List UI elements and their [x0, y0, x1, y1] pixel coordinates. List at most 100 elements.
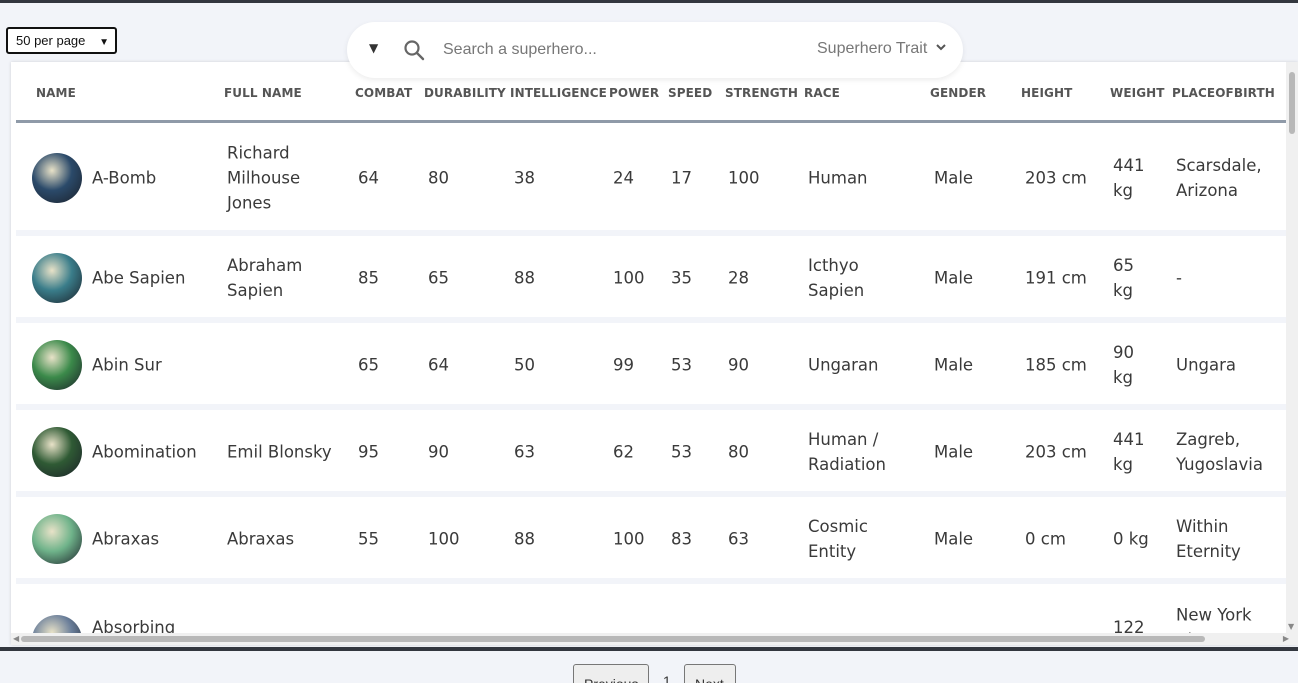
cell-name[interactable]: Abe Sapien: [92, 265, 212, 290]
cell-intelligence: 88: [514, 529, 535, 548]
cell-intelligence: 88: [514, 268, 535, 287]
column-header-race[interactable]: RACE: [804, 86, 840, 100]
cell-durability: 65: [428, 268, 449, 287]
search-bar: ▼ Superhero Trait: [347, 22, 963, 78]
cell-speed: 17: [671, 168, 692, 188]
superhero-trait-select[interactable]: Superhero Trait: [817, 40, 927, 58]
search-input[interactable]: [443, 39, 803, 61]
cell-name[interactable]: Abraxas: [92, 526, 212, 551]
bottom-border: [0, 647, 1298, 651]
cell-weight: 0 kg: [1113, 529, 1149, 548]
avatar: [32, 252, 82, 303]
cell-weight: 441 kg: [1113, 156, 1145, 200]
select-caret-icon: ▼: [99, 37, 109, 48]
column-header-power[interactable]: POWER: [609, 86, 659, 100]
cell-name[interactable]: A-Bomb: [92, 166, 212, 191]
search-icon: [404, 40, 425, 61]
cell-full-name: Abraxas: [227, 529, 295, 548]
cell-strength: 100: [728, 168, 760, 188]
cell-race: Cosmic Entity: [808, 516, 868, 561]
column-header-placeofbirth[interactable]: PLACEOFBIRTH: [1172, 86, 1275, 100]
cell-full-name: Emil Blonsky: [227, 442, 332, 461]
cell-race: Ungaran: [808, 355, 879, 374]
column-header-intelligence[interactable]: INTELLIGENCE: [510, 86, 607, 100]
horizontal-scroll-thumb[interactable]: [21, 636, 1205, 642]
cell-name[interactable]: Abin Sur: [92, 352, 212, 377]
cell-combat: 85: [358, 268, 379, 287]
cell-place-of-birth: Zagreb, Yugoslavia: [1176, 429, 1263, 474]
cell-combat: 55: [358, 529, 379, 548]
table-row[interactable]: Abraxas Abraxas 55 100 88 100 83 63 Cosmic Entit…: [16, 497, 1288, 584]
cell-speed: 83: [671, 529, 692, 548]
superhero-table: NAME FULL NAME COMBAT DURABILITY INTELLIGENC…: [11, 62, 1298, 645]
cell-power: 99: [613, 355, 634, 374]
cell-place-of-birth: Scarsdale, Arizona: [1176, 156, 1262, 200]
cell-durability: 64: [428, 355, 449, 374]
cell-power: 100: [613, 268, 645, 287]
cell-durability: 80: [428, 168, 449, 188]
column-header-full-name[interactable]: FULL NAME: [224, 86, 302, 100]
cell-strength: 80: [728, 442, 749, 461]
cell-race: Human: [808, 168, 868, 188]
scroll-right-arrow-icon[interactable]: ▶: [1283, 634, 1289, 643]
per-page-select[interactable]: 50 per page ▼: [6, 27, 117, 54]
cell-weight: 90 kg: [1113, 342, 1134, 387]
cell-strength: 90: [728, 355, 749, 374]
cell-place-of-birth: -: [1176, 268, 1182, 287]
current-page-number: 1: [663, 673, 671, 683]
column-header-height[interactable]: HEIGHT: [1021, 86, 1072, 100]
cell-speed: 53: [671, 442, 692, 461]
chevron-down-icon[interactable]: [935, 41, 947, 53]
caret-down-icon[interactable]: ▼: [369, 41, 378, 55]
cell-durability: 90: [428, 442, 449, 461]
column-header-weight[interactable]: WEIGHT: [1110, 86, 1165, 100]
cell-gender: Male: [934, 168, 974, 188]
column-header-durability[interactable]: DURABILITY: [424, 86, 506, 100]
table-row[interactable]: Abe Sapien Abraham Sapien 85 65 88 100 35 28 Ict…: [16, 236, 1288, 323]
cell-height: 203 cm: [1025, 442, 1087, 461]
cell-combat: 65: [358, 355, 379, 374]
cell-strength: 63: [728, 529, 749, 548]
scroll-left-arrow-icon[interactable]: ◀: [13, 634, 19, 643]
vertical-scrollbar[interactable]: ▼: [1286, 62, 1298, 633]
cell-combat: 95: [358, 442, 379, 461]
scroll-down-arrow-icon[interactable]: ▼: [1288, 622, 1294, 631]
cell-gender: Male: [934, 268, 974, 287]
cell-full-name: Richard Milhouse Jones: [227, 143, 301, 213]
avatar: [32, 513, 82, 564]
cell-power: 62: [613, 442, 634, 461]
horizontal-scrollbar[interactable]: ◀ ▶: [11, 633, 1298, 645]
previous-button[interactable]: Previous: [573, 664, 649, 683]
cell-name[interactable]: Abomination: [92, 439, 212, 464]
table-row[interactable]: Abin Sur 65 64 50 99 53 90 Ungaran Male 185 cm 90 …: [16, 323, 1288, 410]
column-header-gender[interactable]: GENDER: [930, 86, 986, 100]
vertical-scroll-thumb[interactable]: [1289, 72, 1295, 134]
cell-intelligence: 50: [514, 355, 535, 374]
column-header-strength[interactable]: STRENGTH: [725, 86, 798, 100]
avatar: [32, 339, 82, 390]
cell-power: 100: [613, 529, 645, 548]
table-row[interactable]: Abomination Emil Blonsky 95 90 63 62 53 80 Human…: [16, 410, 1288, 497]
cell-intelligence: 38: [514, 168, 535, 188]
column-header-speed[interactable]: SPEED: [668, 86, 712, 100]
cell-speed: 35: [671, 268, 692, 287]
cell-height: 0 cm: [1025, 529, 1066, 548]
cell-place-of-birth: Within Eternity: [1176, 516, 1241, 561]
cell-full-name: Abraham Sapien: [227, 255, 303, 300]
cell-place-of-birth: Ungara: [1176, 355, 1237, 374]
cell-weight: 441 kg: [1113, 429, 1145, 474]
column-header-combat[interactable]: COMBAT: [355, 86, 412, 100]
cell-gender: Male: [934, 355, 974, 374]
cell-height: 185 cm: [1025, 355, 1087, 374]
per-page-value: 50 per page: [16, 33, 86, 48]
column-header-name[interactable]: NAME: [36, 86, 76, 100]
avatar: [32, 426, 82, 477]
cell-gender: Male: [934, 442, 974, 461]
cell-power: 24: [613, 168, 634, 188]
cell-combat: 64: [358, 168, 379, 188]
cell-intelligence: 63: [514, 442, 535, 461]
next-button[interactable]: Next: [684, 664, 736, 683]
cell-height: 203 cm: [1025, 168, 1087, 188]
cell-gender: Male: [934, 529, 974, 548]
table-row[interactable]: A-Bomb Richard Milhouse Jones 64 80 38 24 17 10…: [16, 124, 1288, 236]
